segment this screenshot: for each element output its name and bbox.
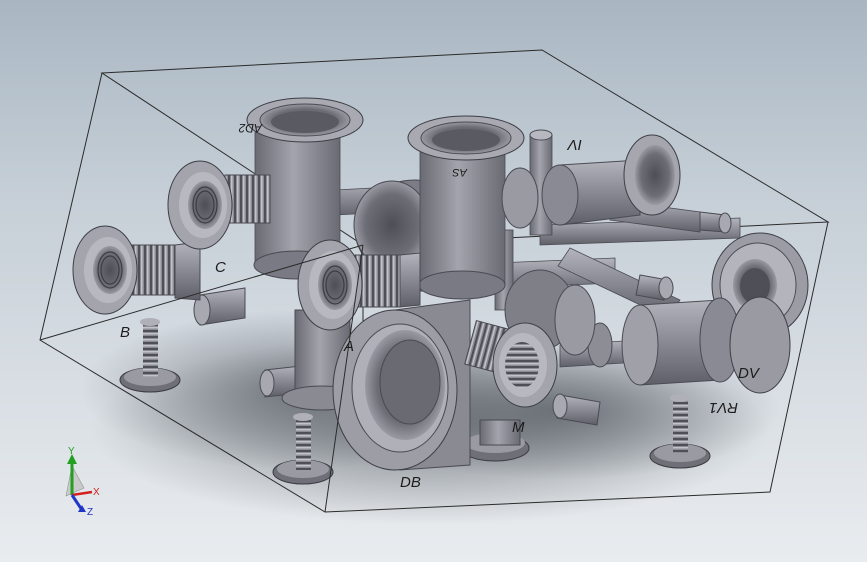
label-a: A [343, 338, 354, 355]
label-dv: DV [738, 365, 761, 382]
label-iv: IV [566, 136, 582, 153]
triad-y-label: Y [68, 446, 75, 457]
triad-x-label: X [93, 487, 100, 498]
view-triad[interactable]: Y X Z [65, 446, 100, 518]
label-c: C [215, 259, 226, 276]
label-b: B [120, 324, 130, 341]
label-db: DB [400, 474, 421, 491]
3d-viewport[interactable]: B C A DB M DV RV1 IV AD2 AS Y X Z [0, 0, 867, 562]
label-rv1: RV1 [709, 399, 738, 416]
label-m: M [512, 419, 525, 436]
x-axis-arrow [71, 490, 93, 497]
triad-z-label: Z [87, 507, 93, 518]
model-canvas[interactable]: B C A DB M DV RV1 IV AD2 AS Y X Z [0, 0, 867, 562]
label-ad2: AD2 [238, 121, 263, 135]
label-as: AS [452, 166, 468, 178]
